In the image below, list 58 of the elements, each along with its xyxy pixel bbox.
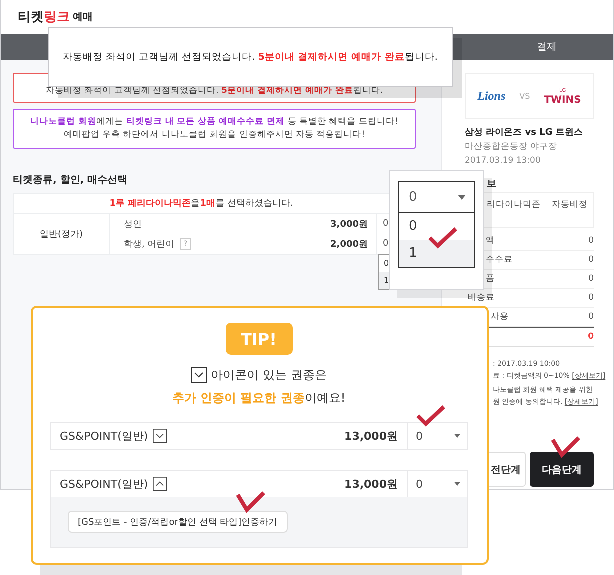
team-logo: Lions xyxy=(478,88,506,104)
logo-suffix: 예매 xyxy=(73,11,93,24)
tip-badge: TIP! xyxy=(226,323,292,355)
fee-label: 액 xyxy=(486,235,495,247)
match-title: 삼성 라이온즈 vs LG 트윈스 xyxy=(465,127,584,140)
caret-icon xyxy=(454,482,461,486)
ticket-price: 2,000원 xyxy=(330,238,369,250)
team-logo: TWINS xyxy=(544,94,582,106)
fee-value: 0 xyxy=(588,255,594,265)
check-mark-icon xyxy=(551,436,581,458)
check-mark-icon xyxy=(416,405,446,427)
check-mark-icon xyxy=(236,491,266,513)
check-mark-icon xyxy=(428,227,458,249)
table-cell: 일반(정가) xyxy=(14,214,110,254)
fee-value: 0 xyxy=(588,293,594,303)
seat-text: 자동배정 xyxy=(552,199,588,212)
fee-label: 수수료 xyxy=(486,254,513,266)
logo[interactable]: 티켓링크 xyxy=(18,8,70,26)
quantity-select[interactable]: 0 xyxy=(407,423,467,449)
ticket-name: 학생, 어린이 xyxy=(124,238,175,250)
venue-text: 마산종합운동장 야구장 xyxy=(465,141,559,154)
section-title: 티켓종류, 할인, 매수선택 xyxy=(13,174,129,188)
club-notice: 니나노클럽 회원에게는 티켓링크 내 모든 상품 예매수수료 면제 등 특별한 혜택을 드립니다! 예매팝업 우측 하단에서 니나노클럽 회원을 인증해주시면 자동 적용됩니다! xyxy=(13,109,416,149)
chevron-down-icon[interactable] xyxy=(153,429,168,443)
dropdown-option[interactable]: 0 xyxy=(399,213,474,240)
ticket-name: GS&POINT(일반) xyxy=(60,476,148,492)
selection-notice: 1루 페리다이나믹존을1매를 선택하셨습니다. xyxy=(14,194,389,214)
ticket-price: 3,000원 xyxy=(330,218,369,230)
fee-value: 0 xyxy=(588,236,594,246)
fee-value: 0 xyxy=(588,312,594,322)
tip-text: 아이콘이 있는 권종은 xyxy=(211,367,327,384)
next-step-button[interactable]: 다음단계 xyxy=(530,452,594,487)
fee-label: 배송료 xyxy=(468,292,495,304)
versus-label: VS xyxy=(520,92,530,100)
ticket-name: 성인 xyxy=(124,218,142,230)
dropdown-option[interactable]: 1 xyxy=(399,240,474,267)
verify-button[interactable]: [GS포인트 - 인증/적립or할인 선택 타입]인증하기 xyxy=(68,511,288,533)
fee-value: 0 xyxy=(588,274,594,284)
total-value: 0 xyxy=(588,332,594,342)
zone-text: 리다이나믹존 xyxy=(487,199,541,212)
quantity-select[interactable]: 0 xyxy=(398,181,475,213)
caret-icon xyxy=(458,194,466,200)
previous-step-button[interactable]: 전단계 xyxy=(487,452,526,487)
fee-label: 사용 xyxy=(491,311,509,323)
tip-text: 추가 인증이 필요한 권종이예요! xyxy=(172,390,346,407)
ticket-name: GS&POINT(일반) xyxy=(60,428,148,444)
caret-icon xyxy=(454,434,461,438)
ticket-price: 13,000원 xyxy=(344,476,399,492)
step-tab[interactable]: 결제 xyxy=(537,40,557,54)
popup-message: 자동배정 좌석이 고객님께 선점되었습니다. 5분이내 결제하시면 예매가 완료됩니다. xyxy=(48,27,453,87)
fee-label: 품 xyxy=(486,273,495,285)
dropdown-option[interactable]: 1 xyxy=(379,272,390,289)
chevron-up-icon[interactable] xyxy=(153,477,168,491)
dropdown-option[interactable]: 0 xyxy=(379,255,390,272)
section-title: 보 xyxy=(486,178,498,192)
chevron-down-icon xyxy=(191,367,208,383)
datetime-text: 2017.03.19 13:00 xyxy=(465,155,542,168)
ticket-price: 13,000원 xyxy=(344,428,399,444)
